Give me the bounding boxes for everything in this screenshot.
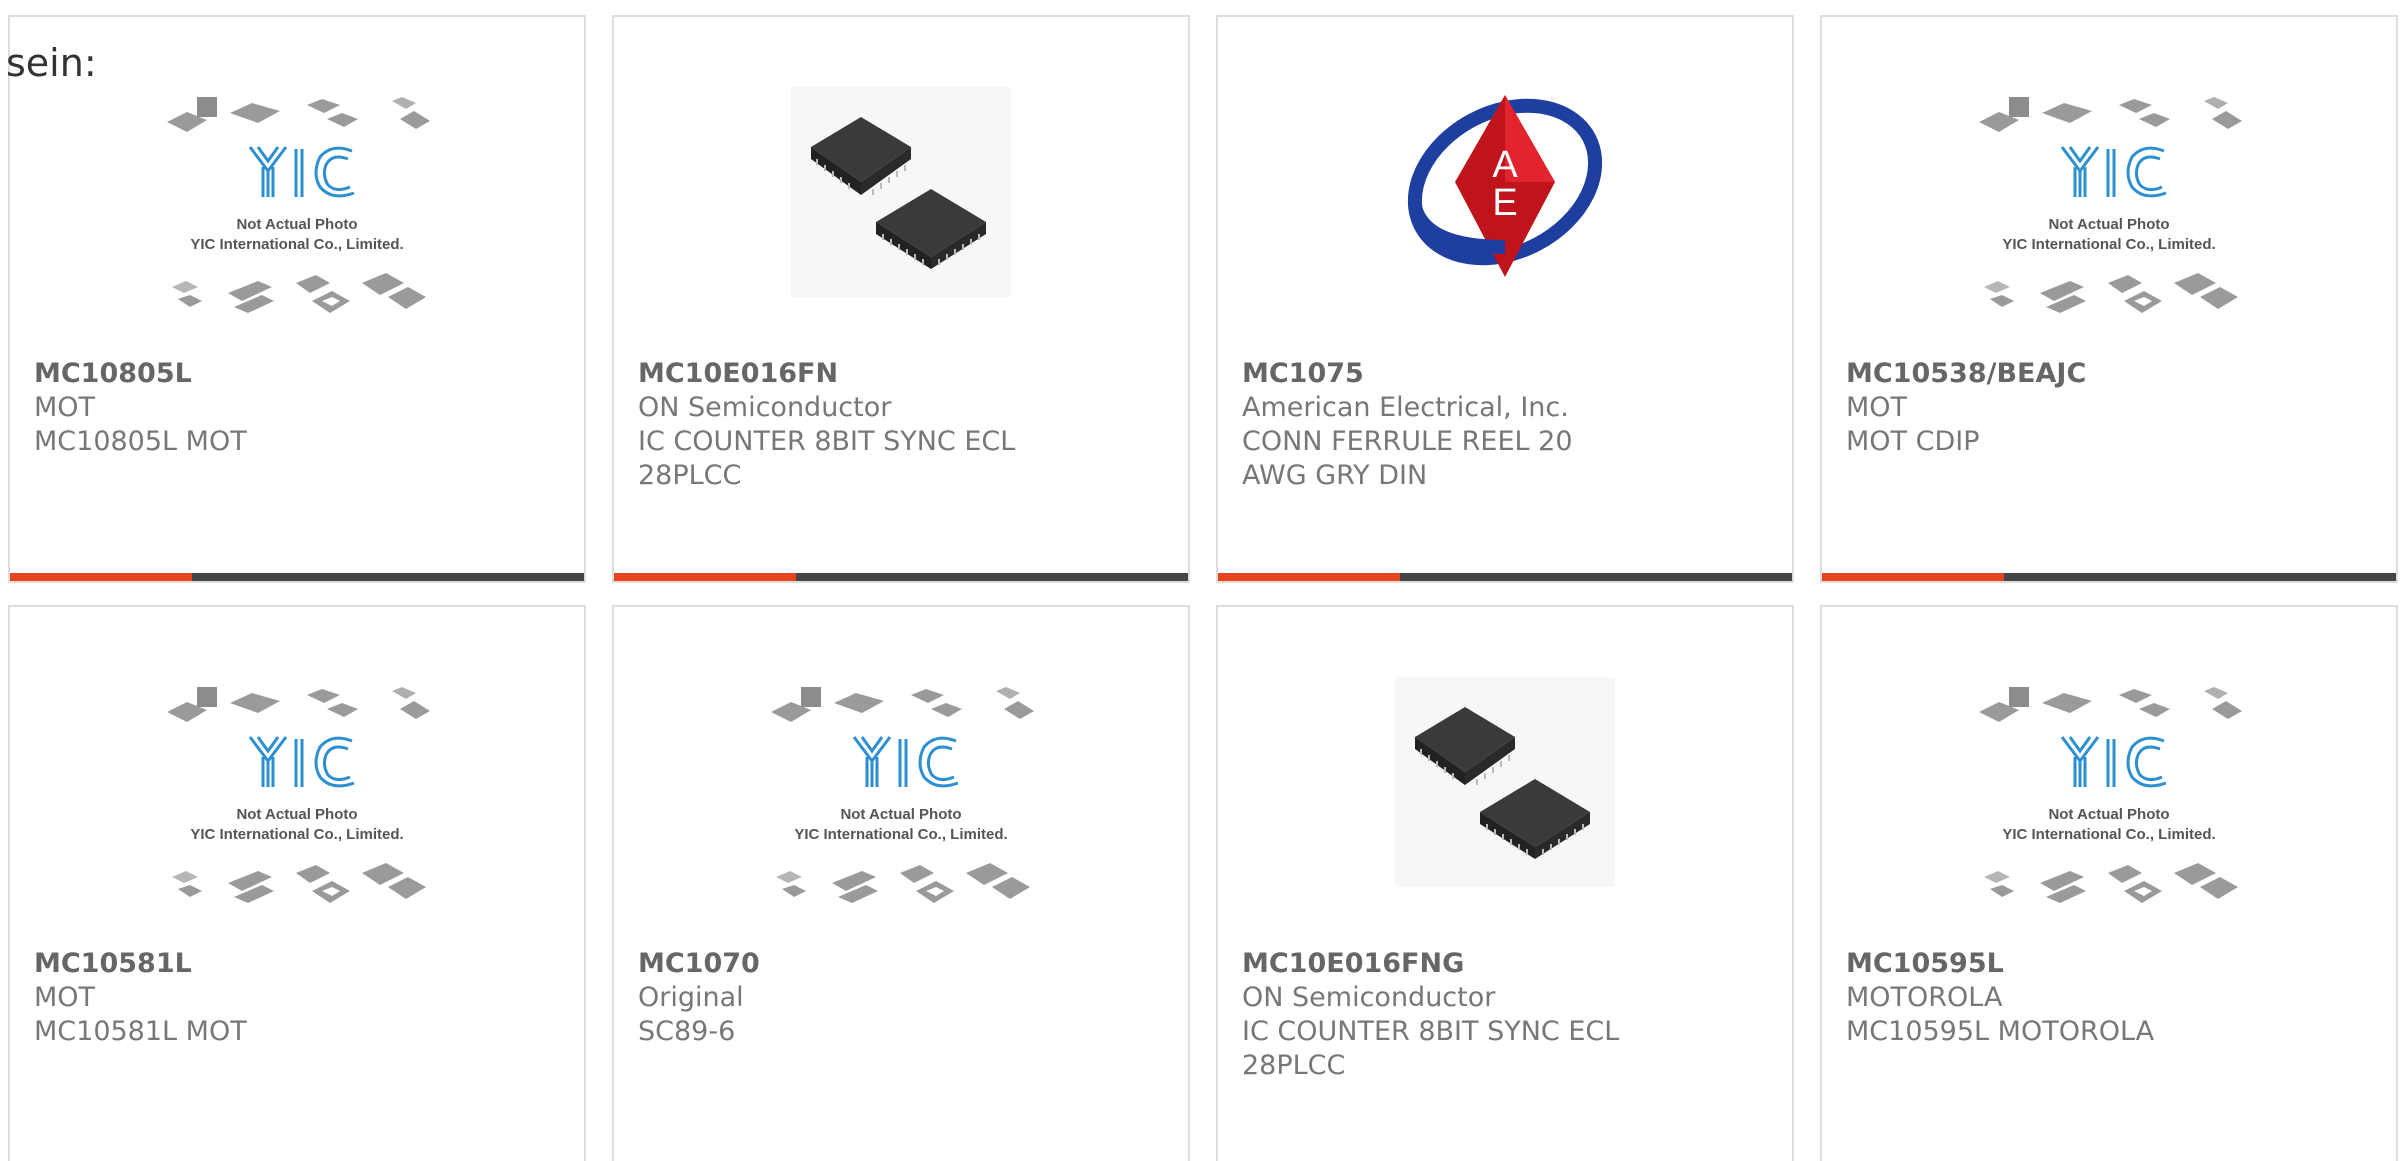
yic-placeholder-icon: Not Actual Photo YIC International Co., … — [1979, 97, 2242, 313]
description: MOT CDIP — [1846, 426, 1980, 457]
card-bar — [1218, 573, 1792, 581]
product-card[interactable]: Not Actual Photo YIC International Co., … — [8, 15, 586, 583]
part-number[interactable]: MC10581L — [34, 947, 560, 981]
product-info: MC10595L MOTOROLA MC10595L MOTOROLA — [1846, 947, 2372, 1049]
svg-text:YIC International Co., Limited: YIC International Co., Limited. — [190, 826, 403, 843]
manufacturer: ON Semiconductor — [1242, 982, 1496, 1013]
product-info: MC10581L MOT MC10581L MOT — [34, 947, 560, 1049]
description: IC COUNTER 8BIT SYNC ECL 28PLCC — [1242, 1016, 1620, 1081]
plcc-chip-icon — [791, 87, 1011, 297]
card-bar-accent — [1822, 573, 2004, 581]
product-card[interactable]: A E MC1075 American Electrical, Inc. CON… — [1216, 15, 1794, 583]
card-bar — [1822, 573, 2396, 581]
card-bar-accent — [10, 573, 192, 581]
product-card[interactable]: MC10E016FNG ON Semiconductor IC COUNTER … — [1216, 605, 1794, 1161]
product-card[interactable]: Not Actual Photo YIC International Co., … — [1820, 605, 2398, 1161]
description: CONN FERRULE REEL 20 AWG GRY DIN — [1242, 426, 1573, 491]
manufacturer: Original — [638, 982, 744, 1013]
part-number[interactable]: MC10595L — [1846, 947, 2372, 981]
svg-text:Not Actual Photo: Not Actual Photo — [2048, 806, 2169, 823]
part-number[interactable]: MC10E016FNG — [1242, 947, 1768, 981]
product-info: MC10E016FNG ON Semiconductor IC COUNTER … — [1242, 947, 1768, 1083]
product-info: MC1070 Original SC89-6 — [638, 947, 1164, 1049]
part-number[interactable]: MC10E016FN — [638, 357, 1164, 391]
description: MC10581L MOT — [34, 1016, 247, 1047]
product-card[interactable]: MC10E016FN ON Semiconductor IC COUNTER 8… — [612, 15, 1190, 583]
product-image[interactable]: Not Actual Photo YIC International Co., … — [614, 677, 1188, 957]
intro-text: sein: — [6, 41, 97, 85]
product-card[interactable]: Not Actual Photo YIC International Co., … — [1820, 15, 2398, 583]
product-image[interactable] — [614, 87, 1188, 367]
product-info: MC10538/BEAJC MOT MOT CDIP — [1846, 357, 2372, 459]
card-bar-accent — [1218, 573, 1400, 581]
product-info: MC10805L MOT MC10805L MOT — [34, 357, 560, 459]
svg-text:Not Actual Photo: Not Actual Photo — [2048, 216, 2169, 233]
product-image[interactable]: Not Actual Photo YIC International Co., … — [1822, 87, 2396, 367]
yic-placeholder-icon: Not Actual Photo YIC International Co., … — [771, 687, 1034, 903]
description: SC89-6 — [638, 1016, 736, 1047]
description: IC COUNTER 8BIT SYNC ECL 28PLCC — [638, 426, 1016, 491]
description: MC10805L MOT — [34, 426, 247, 457]
svg-text:YIC International Co., Limited: YIC International Co., Limited. — [190, 236, 403, 253]
product-image[interactable]: Not Actual Photo YIC International Co., … — [10, 87, 584, 367]
product-image[interactable]: Not Actual Photo YIC International Co., … — [1822, 677, 2396, 957]
yic-placeholder-icon: Not Actual Photo YIC International Co., … — [1979, 687, 2242, 903]
part-number[interactable]: MC1070 — [638, 947, 1164, 981]
description: MC10595L MOTOROLA — [1846, 1016, 2155, 1047]
product-image[interactable] — [1218, 677, 1792, 957]
yic-placeholder-icon: Not Actual Photo YIC International Co., … — [167, 97, 430, 313]
manufacturer: American Electrical, Inc. — [1242, 392, 1569, 423]
svg-text:Not Actual Photo: Not Actual Photo — [840, 806, 961, 823]
product-card[interactable]: Not Actual Photo YIC International Co., … — [8, 605, 586, 1161]
page: sein: Not Actual Photo YIC International… — [0, 0, 2400, 1161]
svg-text:Not Actual Photo: Not Actual Photo — [236, 216, 357, 233]
card-bar-accent — [614, 573, 796, 581]
manufacturer: MOT — [1846, 392, 1908, 423]
svg-text:YIC International Co., Limited: YIC International Co., Limited. — [2002, 826, 2215, 843]
card-bar — [10, 573, 584, 581]
svg-text:A: A — [1492, 144, 1518, 186]
manufacturer: MOT — [34, 982, 96, 1013]
ae-logo-icon: A E — [1407, 95, 1603, 277]
manufacturer: MOTOROLA — [1846, 982, 2003, 1013]
card-bar — [614, 573, 1188, 581]
product-card[interactable]: Not Actual Photo YIC International Co., … — [612, 605, 1190, 1161]
product-image[interactable]: A E — [1218, 87, 1792, 367]
product-image[interactable]: Not Actual Photo YIC International Co., … — [10, 677, 584, 957]
manufacturer: ON Semiconductor — [638, 392, 892, 423]
yic-placeholder-icon: Not Actual Photo YIC International Co., … — [167, 687, 430, 903]
svg-text:YIC International Co., Limited: YIC International Co., Limited. — [794, 826, 1007, 843]
svg-text:YIC International Co., Limited: YIC International Co., Limited. — [2002, 236, 2215, 253]
part-number[interactable]: MC1075 — [1242, 357, 1768, 391]
plcc-chip-icon — [1395, 677, 1615, 887]
manufacturer: MOT — [34, 392, 96, 423]
product-info: MC10E016FN ON Semiconductor IC COUNTER 8… — [638, 357, 1164, 493]
product-info: MC1075 American Electrical, Inc. CONN FE… — [1242, 357, 1768, 493]
part-number[interactable]: MC10805L — [34, 357, 560, 391]
svg-text:E: E — [1492, 182, 1517, 224]
part-number[interactable]: MC10538/BEAJC — [1846, 357, 2372, 391]
svg-text:Not Actual Photo: Not Actual Photo — [236, 806, 357, 823]
